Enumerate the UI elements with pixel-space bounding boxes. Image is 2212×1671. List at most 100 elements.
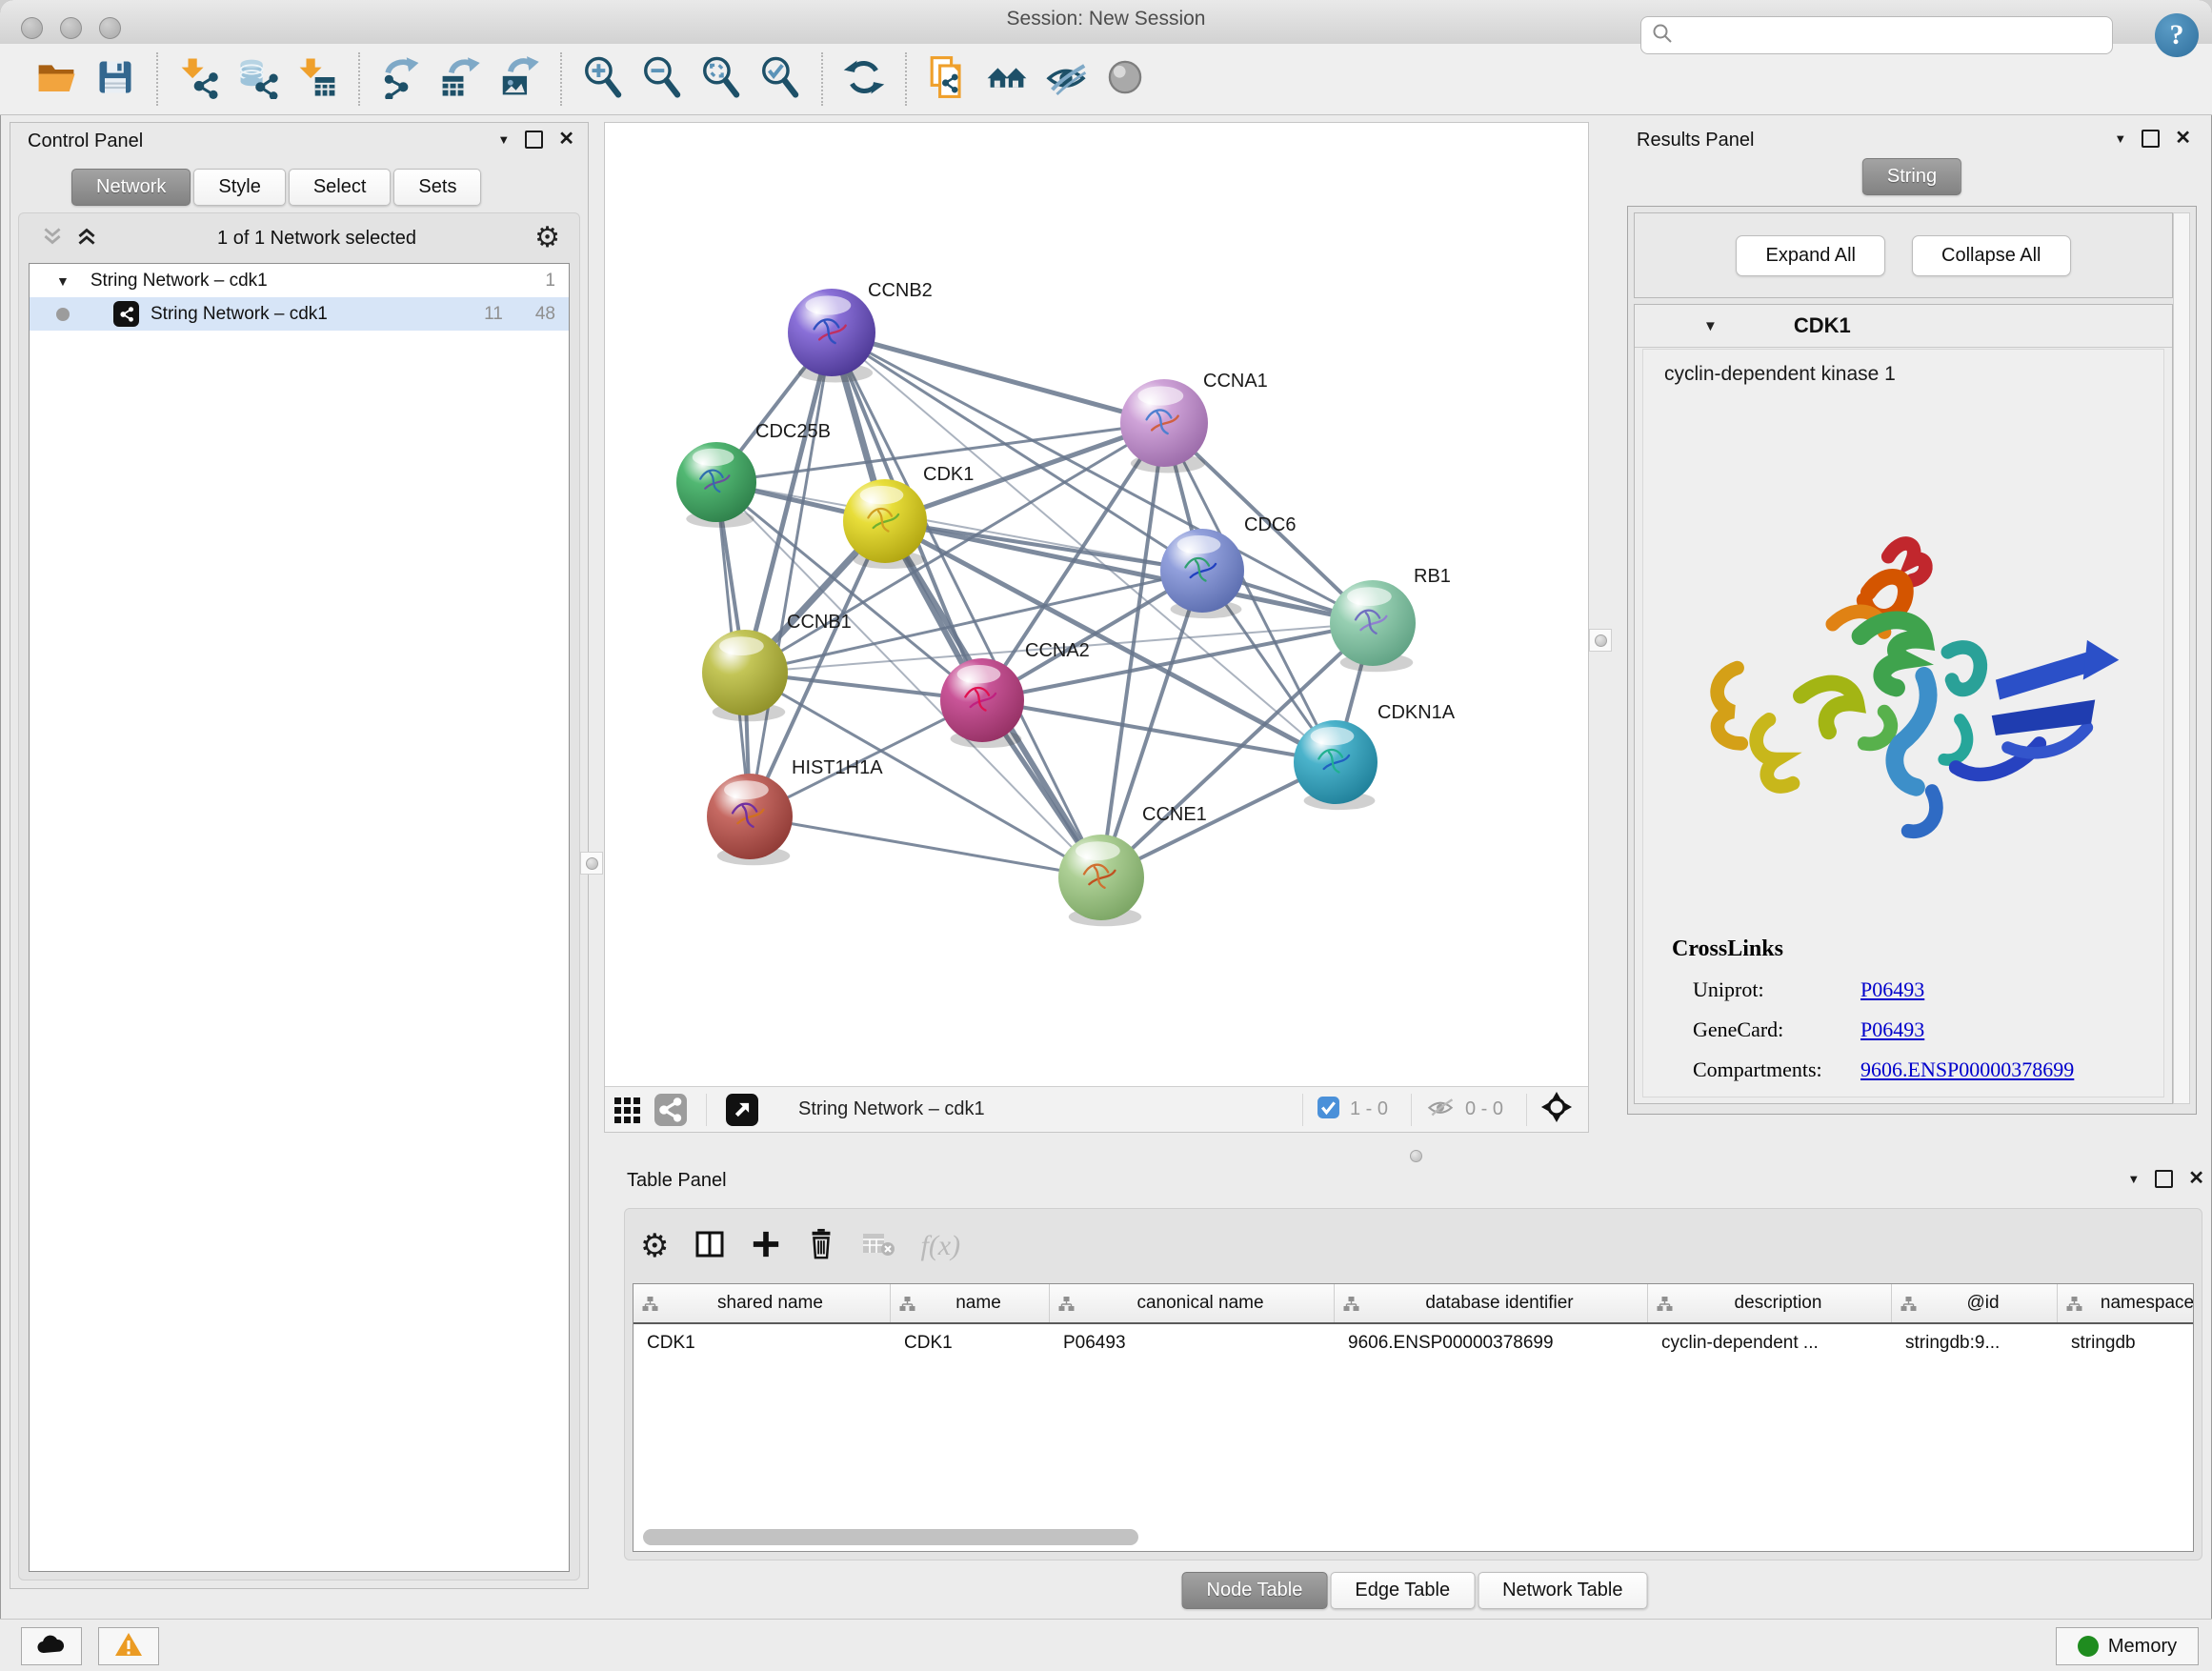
bottom-splitter-handle[interactable] <box>1405 1145 1426 1166</box>
network-node-CCNA1[interactable]: CCNA1 <box>1120 371 1268 473</box>
network-options-gear-icon[interactable]: ⚙ <box>534 224 560 252</box>
network-edge[interactable] <box>885 521 1373 623</box>
collapse-all-button[interactable]: Collapse All <box>1912 235 2071 276</box>
table-cell[interactable]: stringdb:9... <box>1892 1324 2058 1362</box>
search-input[interactable] <box>1681 24 2102 47</box>
export-table-button[interactable] <box>431 50 490 109</box>
apply-layout-button[interactable] <box>835 50 894 109</box>
zoom-selected-button[interactable] <box>751 50 810 109</box>
import-network-database-button[interactable] <box>229 50 288 109</box>
network-edge[interactable] <box>750 332 832 816</box>
grid-view-icon[interactable] <box>605 1091 649 1129</box>
help-button[interactable]: ? <box>2155 13 2199 57</box>
tab-style[interactable]: Style <box>193 169 285 206</box>
create-column-icon[interactable] <box>751 1229 781 1264</box>
tab-edge-table[interactable]: Edge Table <box>1330 1572 1475 1609</box>
network-collection-row[interactable]: ▼ String Network – cdk1 1 <box>30 264 569 297</box>
table-cell[interactable]: CDK1 <box>891 1324 1050 1362</box>
birds-eye-view-icon[interactable] <box>1540 1091 1573 1128</box>
network-node-CCNE1[interactable]: CCNE1 <box>1058 804 1207 926</box>
entry-header[interactable]: ▼ CDK1 <box>1635 305 2172 348</box>
tab-sets[interactable]: Sets <box>393 169 481 206</box>
tab-string[interactable]: String <box>1862 158 1961 195</box>
save-session-button[interactable] <box>86 50 145 109</box>
hidden-eye-icon[interactable] <box>1425 1094 1456 1125</box>
table-horizontal-scrollbar[interactable] <box>643 1529 1138 1545</box>
collapse-all-networks-icon[interactable] <box>74 224 99 253</box>
delete-columns-icon[interactable] <box>806 1228 836 1265</box>
panel-float-icon[interactable] <box>2142 130 2160 148</box>
show-all-button[interactable] <box>1096 50 1155 109</box>
new-network-from-selection-button[interactable] <box>918 50 977 109</box>
table-cell[interactable]: P06493 <box>1050 1324 1335 1362</box>
open-in-window-icon[interactable] <box>720 1091 764 1129</box>
table-cell[interactable]: CDK1 <box>633 1324 891 1362</box>
hide-selection-button[interactable] <box>1036 50 1096 109</box>
crosslink-link[interactable]: P06493 <box>1860 1017 1924 1042</box>
memory-button[interactable]: Memory <box>2056 1627 2199 1665</box>
table-settings-gear-icon[interactable]: ⚙ <box>640 1230 669 1262</box>
tab-network-table[interactable]: Network Table <box>1478 1572 1647 1609</box>
open-session-button[interactable] <box>27 50 86 109</box>
panel-close-icon[interactable]: ✕ <box>2175 131 2191 146</box>
column-header-namespace[interactable]: namespace <box>2058 1284 2194 1322</box>
crosslink-link[interactable]: 9606.ENSP00000378699 <box>1860 1057 2074 1082</box>
network-row[interactable]: String Network – cdk1 1148 <box>30 297 569 331</box>
network-edge[interactable] <box>832 332 1164 423</box>
network-edge[interactable] <box>982 623 1373 700</box>
network-canvas[interactable]: CCNB2CCNA1CDC25BCDK1CDC6RB1CCNB1CCNA2CDK… <box>605 123 1588 1086</box>
tab-node-table[interactable]: Node Table <box>1182 1572 1328 1609</box>
network-node-RB1[interactable]: RB1 <box>1330 566 1451 672</box>
panel-float-icon[interactable] <box>525 131 543 149</box>
warning-status-button[interactable] <box>98 1627 159 1665</box>
network-view[interactable]: CCNB2CCNA1CDC25BCDK1CDC6RB1CCNB1CCNA2CDK… <box>604 122 1589 1133</box>
column-header-database-identifier[interactable]: database identifier <box>1335 1284 1648 1322</box>
zoom-fit-button[interactable] <box>692 50 751 109</box>
table-cell[interactable]: stringdb <box>2058 1324 2194 1362</box>
column-header-shared-name[interactable]: shared name <box>633 1284 891 1322</box>
entry-collapse-icon[interactable]: ▼ <box>1703 318 1718 334</box>
import-network-file-button[interactable] <box>170 50 229 109</box>
panel-menu-icon[interactable]: ▼ <box>2114 131 2126 146</box>
tab-network[interactable]: Network <box>71 169 191 206</box>
import-table-icon <box>295 55 339 104</box>
selected-checkbox[interactable] <box>1317 1096 1340 1124</box>
panel-menu-icon[interactable]: ▼ <box>2127 1172 2140 1186</box>
search-field[interactable] <box>1640 16 2113 54</box>
network-node-CCNB2[interactable]: CCNB2 <box>788 280 933 382</box>
first-neighbors-button[interactable] <box>977 50 1036 109</box>
network-edge[interactable] <box>832 332 1101 877</box>
network-node-HIST1H1A[interactable]: HIST1H1A <box>707 757 883 865</box>
export-network-button[interactable] <box>372 50 431 109</box>
expand-all-networks-icon[interactable] <box>40 224 65 253</box>
panel-close-icon[interactable]: ✕ <box>558 132 574 147</box>
show-columns-icon[interactable] <box>694 1228 726 1265</box>
network-node-CDK1[interactable]: CDK1 <box>843 464 974 569</box>
table-row[interactable]: CDK1CDK1P064939606.ENSP00000378699cyclin… <box>633 1324 2193 1362</box>
column-header-canonical-name[interactable]: canonical name <box>1050 1284 1335 1322</box>
right-splitter-handle[interactable] <box>1589 629 1612 652</box>
expand-all-button[interactable]: Expand All <box>1736 235 1885 276</box>
column-header-name[interactable]: name <box>891 1284 1050 1322</box>
export-image-button[interactable] <box>490 50 549 109</box>
network-share-icon[interactable] <box>649 1091 693 1129</box>
results-scrollbar[interactable] <box>2173 212 2190 1104</box>
cloud-status-button[interactable] <box>21 1627 82 1665</box>
crosslink-link[interactable]: P06493 <box>1860 977 1924 1002</box>
network-node-label: CCNB1 <box>787 612 852 633</box>
tab-select[interactable]: Select <box>289 169 392 206</box>
left-splitter-handle[interactable] <box>580 852 603 875</box>
table-cell[interactable]: 9606.ENSP00000378699 <box>1335 1324 1648 1362</box>
tree-expander-icon[interactable]: ▼ <box>56 273 70 289</box>
panel-float-icon[interactable] <box>2155 1170 2173 1188</box>
column-header-description[interactable]: description <box>1648 1284 1892 1322</box>
network-edge[interactable] <box>832 332 1373 623</box>
zoom-in-button[interactable] <box>573 50 633 109</box>
import-table-button[interactable] <box>288 50 347 109</box>
panel-close-icon[interactable]: ✕ <box>2188 1172 2204 1186</box>
column-header-@id[interactable]: @id <box>1892 1284 2058 1322</box>
panel-menu-icon[interactable]: ▼ <box>497 132 510 147</box>
network-node-CDKN1A[interactable]: CDKN1A <box>1294 702 1456 810</box>
table-cell[interactable]: cyclin-dependent ... <box>1648 1324 1892 1362</box>
zoom-out-button[interactable] <box>633 50 692 109</box>
